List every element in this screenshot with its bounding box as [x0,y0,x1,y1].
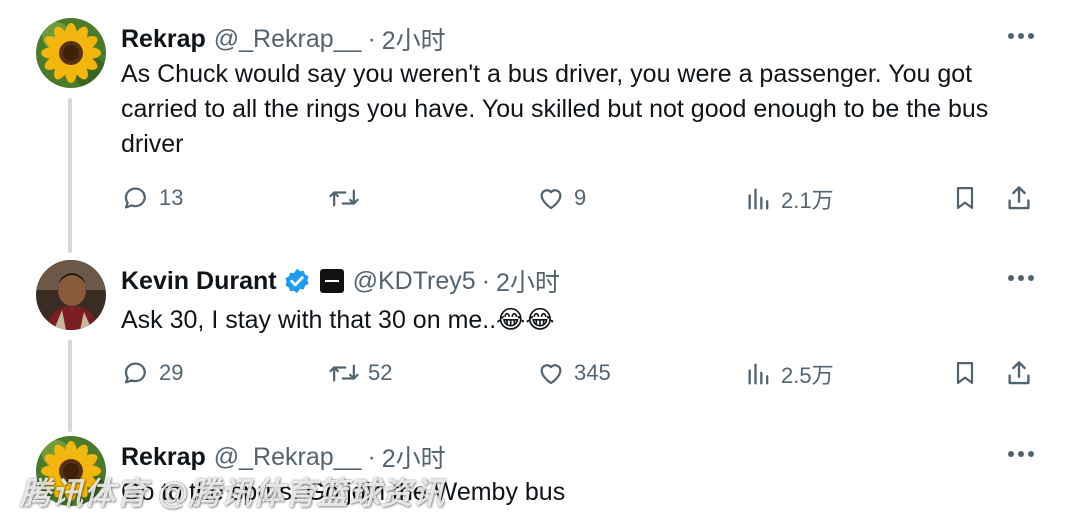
tweet[interactable]: Kevin Durant @KDTrey5 · 2小时 Ask 30, I st… [0,250,1080,430]
retweet-button[interactable]: 52 [328,358,392,388]
reply-icon [124,187,146,209]
verified-badge-icon[interactable] [283,267,311,295]
tweet-actions: 29 52 345 2.5万 [0,358,1080,398]
user-handle[interactable]: @_Rekrap__ [214,25,362,54]
heart-icon [540,364,562,385]
like-button[interactable]: 9 [536,183,586,213]
person-photo-avatar [36,260,106,330]
bookmark-button[interactable] [951,358,979,388]
views-button[interactable]: 2.1万 [745,183,834,215]
reply-button[interactable]: 29 [121,358,183,388]
user-handle[interactable]: @KDTrey5 [353,267,476,296]
retweet-icon [329,189,359,207]
share-icon [1008,361,1030,385]
share-icon [1008,186,1030,210]
like-button[interactable]: 345 [536,358,611,388]
views-chart-icon [748,188,769,210]
retweet-icon [329,364,359,382]
view-count: 2.5万 [781,363,834,388]
affiliation-badge-icon[interactable] [319,268,345,294]
watermark: 腾讯体育 @腾讯体育篮球资讯 [20,476,445,511]
bookmark-button[interactable] [951,183,979,213]
tweet-actions: 13 9 2.1万 [0,183,1080,223]
bookmark-icon [956,361,974,385]
heart-icon [540,189,562,210]
tweet[interactable]: Rekrap @_Rekrap__ · 2小时 As Chuck would s… [0,0,1080,250]
timestamp[interactable]: 2小时 [382,21,446,57]
reply-button[interactable]: 13 [121,183,183,213]
views-chart-icon [748,363,769,385]
share-button[interactable] [1004,358,1034,388]
like-count: 345 [574,360,611,385]
more-options-icon[interactable] [1006,449,1036,459]
reply-count: 29 [159,360,184,385]
bookmark-icon [956,186,974,210]
like-count: 9 [574,185,587,210]
timestamp[interactable]: 2小时 [496,263,560,299]
display-name[interactable]: Rekrap [121,25,206,54]
reply-count: 13 [159,185,184,210]
views-button[interactable]: 2.5万 [745,358,834,390]
retweet-count: 52 [368,360,393,385]
display-name[interactable]: Kevin Durant [121,267,277,296]
avatar[interactable] [36,260,106,330]
more-options-icon[interactable] [1006,273,1036,283]
separator-dot: · [481,266,491,295]
separator-dot: · [367,24,376,53]
reply-icon [124,362,146,384]
tweet-text: As Chuck would say you weren't a bus dri… [121,60,989,158]
tweet-text: Ask 30, I stay with that 30 on me..😂😂 [121,306,555,334]
more-options-icon[interactable] [1006,31,1036,41]
retweet-button[interactable] [328,183,368,213]
tweet-header: Rekrap @_Rekrap__ · 2小时 [121,21,446,57]
share-button[interactable] [1004,183,1034,213]
tweet-header: Kevin Durant @KDTrey5 · 2小时 [121,263,560,299]
view-count: 2.1万 [781,188,834,213]
sunflower-avatar [36,18,106,88]
avatar[interactable] [36,18,106,88]
